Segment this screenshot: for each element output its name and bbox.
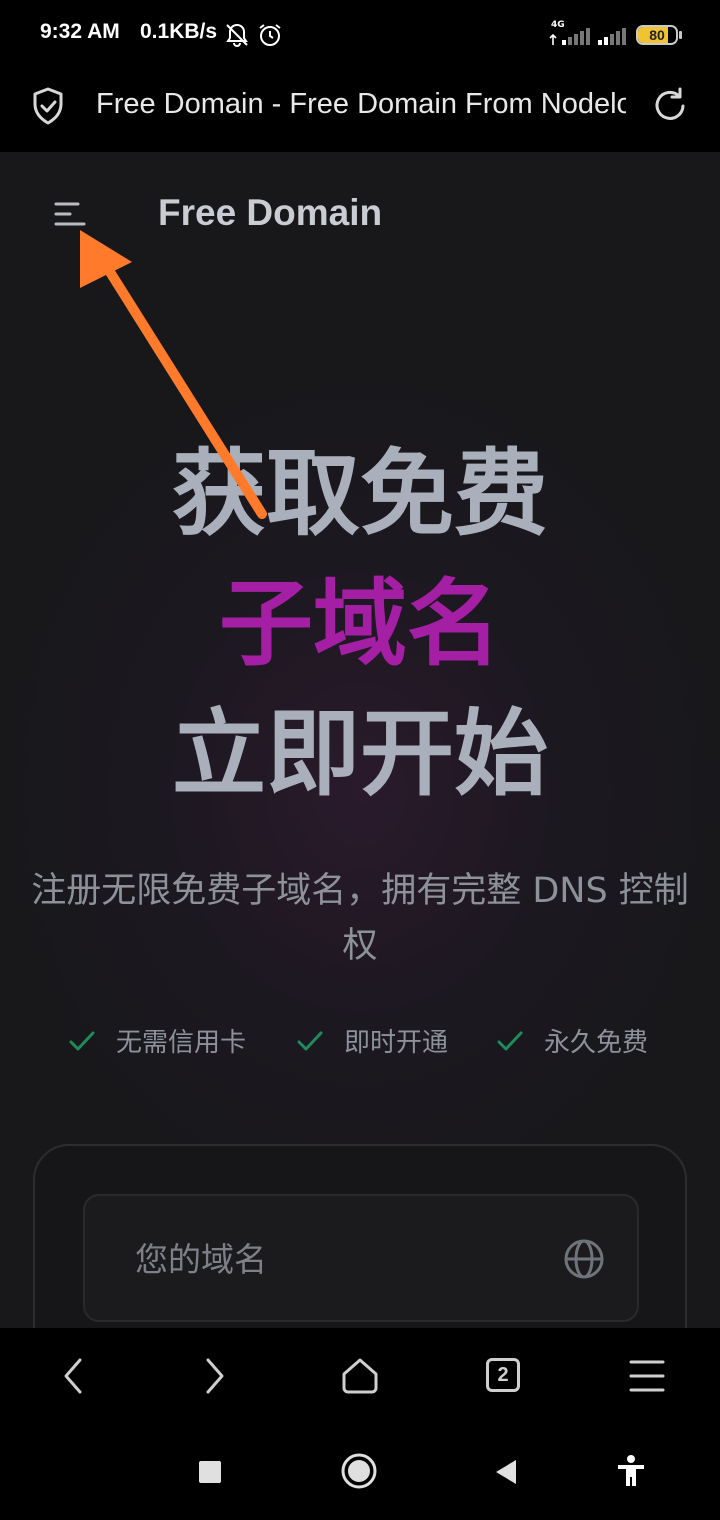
back-icon[interactable] [58, 1354, 88, 1398]
feature-item: 永久免费 [496, 1022, 648, 1059]
browser-url-bar[interactable]: Free Domain - Free Domain From Nodeloc [0, 70, 720, 152]
mute-bell-icon [226, 23, 248, 47]
status-bar: 9:32 AM 0.1KB/s 4G 80 [0, 0, 720, 70]
status-time: 9:32 AM [40, 20, 120, 43]
domain-input[interactable] [133, 1226, 537, 1292]
forward-icon[interactable] [200, 1354, 230, 1398]
annotation-arrow-icon [80, 230, 267, 519]
feature-list: 无需信用卡 即时开通 永久免费 [0, 1022, 720, 1062]
feature-label: 无需信用卡 [116, 1028, 247, 1058]
battery-percent: 80 [649, 27, 665, 43]
hero-line-2: 子域名 [218, 570, 501, 679]
check-icon [497, 1031, 523, 1050]
signal-icon [598, 28, 626, 45]
web-page: Free Domain 获取免费 子域名 立即开始 注册无限免费子域名，拥有完整… [0, 152, 720, 1328]
globe-icon [564, 1239, 604, 1279]
check-icon [297, 1031, 323, 1050]
recent-apps-icon[interactable] [198, 1460, 222, 1484]
home-icon[interactable] [338, 1354, 382, 1398]
hero-line-3: 立即开始 [171, 700, 548, 809]
domain-search-card [33, 1144, 687, 1328]
system-navigation-bar [0, 1424, 720, 1520]
browser-bottom-bar: 2 [0, 1328, 720, 1424]
home-circle-icon[interactable] [340, 1452, 378, 1490]
hero-subtitle: 注册无限免费子域名，拥有完整 DNS 控制权 [31, 871, 689, 966]
signal-4g-icon [549, 28, 590, 45]
browser-menu-icon[interactable] [628, 1358, 666, 1394]
domain-input-wrapper[interactable] [83, 1194, 639, 1322]
battery-icon: 80 [636, 25, 678, 45]
battery-tip [679, 31, 682, 39]
status-net-speed: 0.1KB/s [140, 20, 218, 43]
page-title[interactable]: Free Domain - Free Domain From Nodeloc [96, 88, 626, 121]
reload-icon[interactable] [652, 86, 688, 124]
shield-check-icon[interactable] [30, 86, 66, 126]
feature-item: 即时开通 [296, 1022, 448, 1059]
alarm-icon [259, 24, 281, 46]
system-back-icon[interactable] [494, 1458, 518, 1486]
feature-item: 无需信用卡 [68, 1022, 246, 1059]
feature-label: 永久免费 [544, 1028, 649, 1058]
tabs-button[interactable]: 2 [486, 1358, 520, 1392]
feature-label: 即时开通 [344, 1028, 449, 1058]
accessibility-icon[interactable] [616, 1454, 646, 1488]
check-icon [69, 1031, 95, 1050]
